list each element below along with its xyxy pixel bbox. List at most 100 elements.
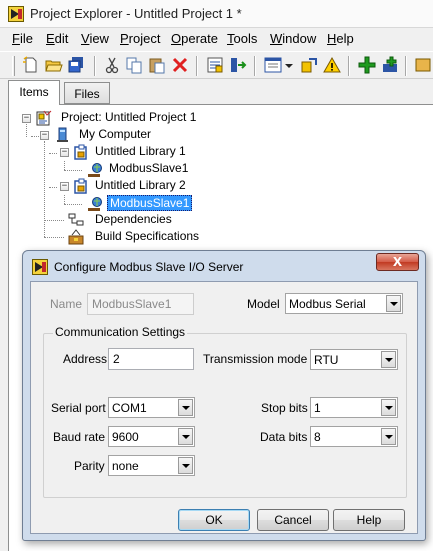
address-field[interactable]: 2 (108, 348, 194, 370)
open-icon[interactable] (45, 56, 63, 74)
collapse-toggle[interactable]: − (60, 182, 69, 191)
menu-tools[interactable]: Tools (227, 31, 257, 46)
save-all-icon[interactable] (67, 56, 85, 74)
transmission-mode-value: RTU (314, 353, 339, 367)
tree-item-modbus-slave-lib1[interactable]: ModbusSlave1 (107, 161, 190, 177)
tree-item-library-2[interactable]: Untitled Library 2 (93, 178, 188, 194)
help-button[interactable]: Help (333, 509, 405, 531)
delete-icon[interactable] (171, 56, 189, 74)
baud-rate-value: 9600 (112, 430, 139, 444)
copy-icon[interactable] (125, 56, 143, 74)
chevron-down-icon[interactable] (381, 399, 396, 416)
warning-icon[interactable] (323, 56, 341, 74)
tree-connector (44, 237, 64, 238)
menu-view[interactable]: View (81, 31, 109, 46)
tree-connector (49, 187, 57, 188)
dialog-body: Name ModbusSlave1 Model Modbus Serial Co… (30, 281, 418, 534)
dialog-title-bar[interactable]: Configure Modbus Slave I/O Server X (23, 251, 425, 280)
menu-file[interactable]: File (12, 31, 33, 46)
dropdown-icon[interactable] (284, 56, 294, 74)
build-specs-icon (68, 229, 84, 245)
tree-item-build-specifications[interactable]: Build Specifications (93, 229, 201, 245)
chevron-down-icon[interactable] (178, 457, 193, 474)
name-label: Name (50, 297, 83, 311)
toolbar-separator (254, 56, 256, 76)
chevron-down-icon[interactable] (178, 399, 193, 416)
menu-bar: File Edit View Project Operate Tools Win… (0, 29, 433, 49)
serial-port-select[interactable]: COM1 (108, 397, 195, 418)
stop-bits-value: 1 (314, 401, 321, 415)
collapse-toggle[interactable]: − (22, 114, 31, 123)
tab-files[interactable]: Files (64, 82, 110, 104)
tree-connector (64, 204, 82, 205)
address-label: Address (63, 352, 108, 366)
toolbar-separator (405, 56, 407, 76)
labview-app-icon (8, 6, 24, 22)
library-icon (73, 178, 89, 194)
tree-item-library-1[interactable]: Untitled Library 1 (93, 144, 188, 160)
toolbar-separator (94, 56, 96, 76)
collapse-toggle[interactable]: − (40, 131, 49, 140)
stop-bits-label: Stop bits (261, 401, 308, 415)
toolbar-separator (196, 56, 198, 76)
toolbar-grip[interactable] (12, 56, 15, 76)
communication-settings-title: Communication Settings (53, 325, 188, 339)
transmission-mode-select[interactable]: RTU (310, 349, 398, 370)
labview-app-icon (32, 259, 48, 275)
stop-bits-select[interactable]: 1 (310, 397, 398, 418)
tree-item-project[interactable]: Project: Untitled Project 1 (59, 110, 198, 126)
tree-connector (49, 153, 57, 154)
toolbar-separator (348, 56, 350, 76)
data-bits-select[interactable]: 8 (310, 426, 398, 447)
tab-strip: Items Files (8, 80, 433, 105)
baud-rate-label: Baud rate (53, 430, 106, 444)
library-icon (73, 144, 89, 160)
tree-connector (44, 220, 64, 221)
menu-help[interactable]: Help (327, 31, 354, 46)
cancel-button[interactable]: Cancel (257, 509, 329, 531)
tab-items[interactable]: Items (8, 80, 60, 105)
tree-connector (64, 161, 65, 170)
chevron-down-icon[interactable] (381, 428, 396, 445)
menu-window[interactable]: Window (270, 31, 316, 46)
view-options-icon[interactable] (264, 56, 282, 74)
model-select[interactable]: Modbus Serial (285, 293, 403, 314)
ok-button[interactable]: OK (178, 509, 250, 531)
chevron-down-icon[interactable] (178, 428, 193, 445)
window-title: Project Explorer - Untitled Project 1 * (30, 6, 242, 21)
add-item-icon[interactable] (358, 56, 376, 74)
cut-icon[interactable] (103, 56, 121, 74)
chevron-down-icon[interactable] (381, 351, 396, 368)
tree-item-dependencies[interactable]: Dependencies (93, 212, 174, 228)
collapse-toggle[interactable]: − (60, 148, 69, 157)
transmission-mode-label: Transmission mode (203, 352, 308, 366)
paste-icon[interactable] (148, 56, 166, 74)
deploy-icon[interactable] (229, 56, 247, 74)
menu-edit[interactable]: Edit (46, 31, 68, 46)
serial-port-value: COM1 (112, 401, 147, 415)
menu-project[interactable]: Project (120, 31, 160, 46)
serial-port-label: Serial port (51, 401, 106, 415)
tree-connector (26, 124, 27, 137)
close-button[interactable]: X (376, 253, 419, 271)
add-folder-icon[interactable] (381, 56, 399, 74)
chevron-down-icon[interactable] (386, 295, 401, 312)
properties-icon[interactable] (206, 56, 224, 74)
parity-value: none (112, 459, 139, 473)
more-icon[interactable] (414, 56, 432, 74)
tree-connector (64, 195, 65, 204)
menu-operate[interactable]: Operate (171, 31, 218, 46)
resolve-icon[interactable] (300, 56, 318, 74)
new-icon[interactable] (22, 56, 40, 74)
parity-select[interactable]: none (108, 455, 195, 476)
window-title-bar[interactable]: Project Explorer - Untitled Project 1 * (0, 0, 433, 28)
name-field: ModbusSlave1 (87, 293, 194, 315)
parity-label: Parity (74, 459, 105, 473)
data-bits-label: Data bits (260, 430, 308, 444)
data-bits-value: 8 (314, 430, 321, 444)
tree-item-modbus-slave-lib2[interactable]: ModbusSlave1 (107, 195, 193, 211)
toolbar (0, 51, 433, 79)
baud-rate-select[interactable]: 9600 (108, 426, 195, 447)
model-value: Modbus Serial (289, 297, 366, 311)
tree-item-my-computer[interactable]: My Computer (77, 127, 153, 143)
